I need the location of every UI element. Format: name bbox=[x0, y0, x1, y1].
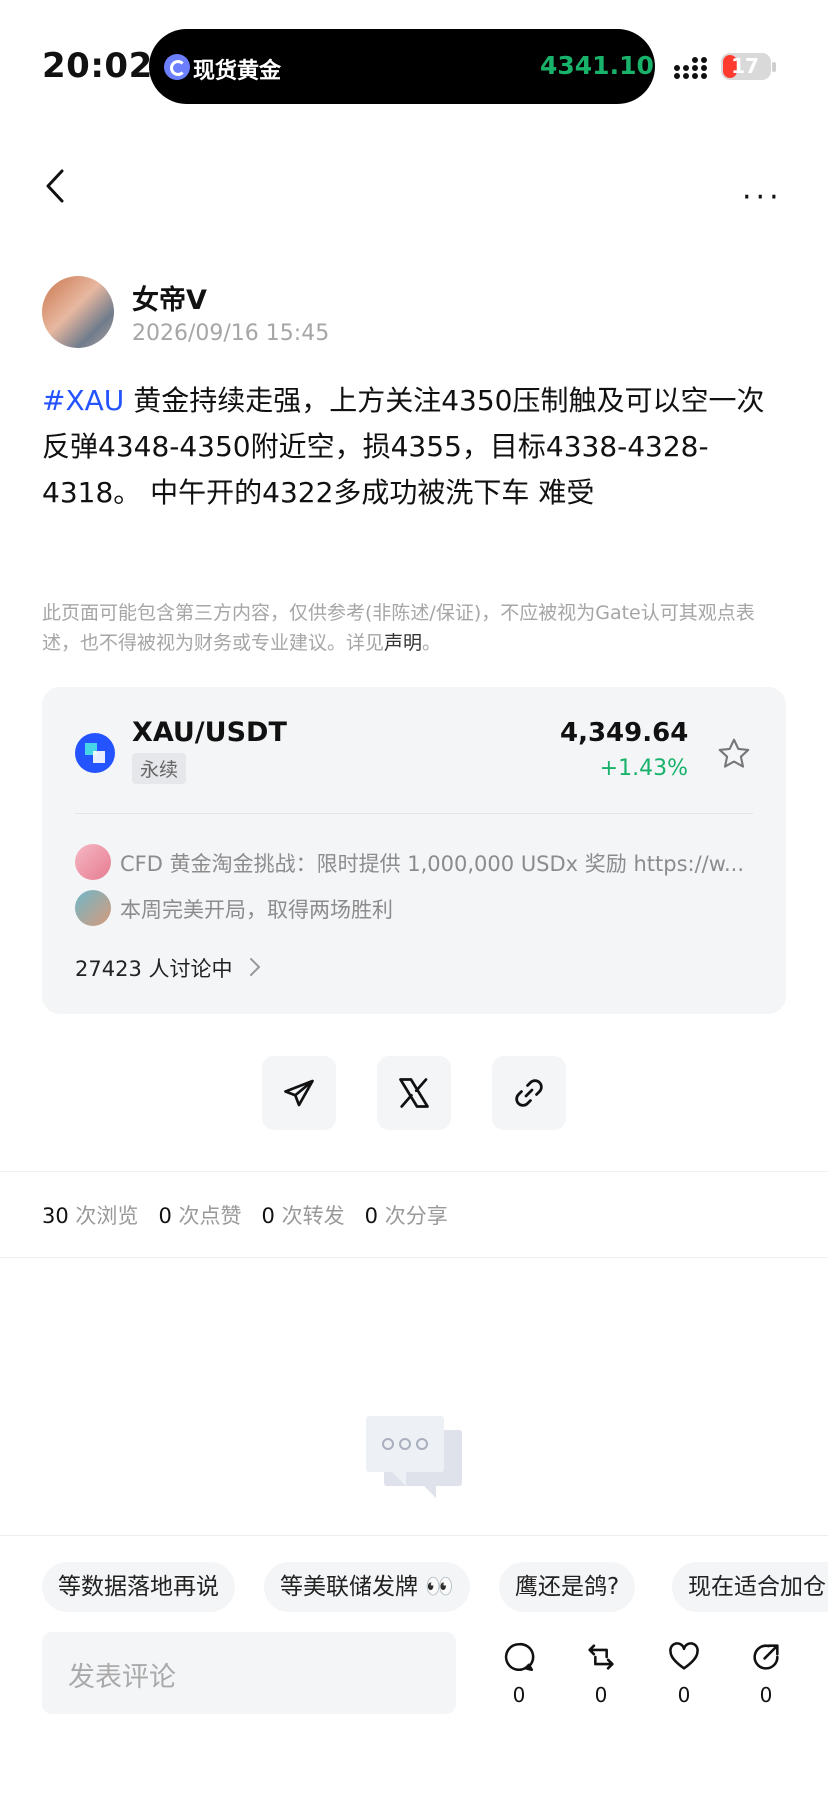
quick-reply-chip[interactable]: 现在适合加仓 bbox=[672, 1562, 828, 1612]
share-x-button[interactable] bbox=[377, 1056, 451, 1130]
share-count: 0 bbox=[759, 1683, 773, 1707]
comment-count: 0 bbox=[512, 1683, 526, 1707]
share-telegram-button[interactable] bbox=[262, 1056, 336, 1130]
island-price: 4341.10 bbox=[540, 51, 654, 80]
quick-reply-chip[interactable]: 等美联储发牌 👀 bbox=[264, 1562, 470, 1612]
gold-ticker-icon bbox=[164, 54, 190, 80]
views-count: 30 bbox=[42, 1204, 69, 1228]
post-stats: 30 次浏览 0 次点赞 0 次转发 0 次分享 bbox=[42, 1200, 448, 1230]
chevron-right-icon[interactable] bbox=[248, 956, 262, 978]
shares-count: 0 bbox=[364, 1204, 379, 1228]
repost-icon[interactable] bbox=[584, 1640, 618, 1674]
discussion-count[interactable]: 27423 人讨论中 bbox=[75, 953, 232, 983]
reposts-label: 次转发 bbox=[281, 1204, 345, 1228]
user-avatar bbox=[75, 844, 111, 880]
repost-count: 0 bbox=[594, 1683, 608, 1707]
post-content: #XAU 黄金持续走强，上方关注4350压制触及可以空一次反弹4348-4350… bbox=[42, 378, 788, 516]
like-icon[interactable] bbox=[667, 1640, 701, 1674]
disclaimer-end: 。 bbox=[422, 632, 442, 654]
card-post-1[interactable]: CFD 黄金淘金挑战：限时提供 1,000,000 USDx 奖励 https:… bbox=[120, 848, 750, 878]
likes-label: 次点赞 bbox=[178, 1204, 242, 1228]
island-label: 现货黄金 bbox=[193, 59, 282, 84]
link-icon bbox=[515, 1079, 543, 1107]
views-label: 次浏览 bbox=[75, 1204, 139, 1228]
quick-reply-chip[interactable]: 等数据落地再说 bbox=[42, 1562, 235, 1612]
like-count: 0 bbox=[677, 1683, 691, 1707]
likes-count: 0 bbox=[158, 1204, 172, 1228]
battery-icon: 17 bbox=[721, 53, 771, 80]
author-name[interactable]: 女帝V bbox=[132, 278, 207, 317]
comment-placeholder[interactable]: 发表评论 bbox=[68, 1655, 176, 1694]
telegram-icon bbox=[284, 1079, 314, 1107]
post-body: 黄金持续走强，上方关注4350压制触及可以空一次反弹4348-4350附近空，损… bbox=[42, 384, 765, 509]
comment-icon[interactable] bbox=[502, 1640, 536, 1674]
stats-divider-top bbox=[0, 1171, 828, 1172]
post-date: 2026/09/16 15:45 bbox=[132, 321, 330, 346]
shares-label: 次分享 bbox=[384, 1204, 448, 1228]
author-avatar[interactable] bbox=[42, 276, 114, 348]
disclaimer: 此页面可能包含第三方内容，仅供参考(非陈述/保证)，不应被视为Gate认可其观点… bbox=[42, 598, 788, 658]
stats-divider-bottom bbox=[0, 1257, 828, 1258]
contract-type-badge: 永续 bbox=[132, 753, 187, 784]
back-icon[interactable] bbox=[44, 168, 66, 204]
reposts-count: 0 bbox=[261, 1204, 275, 1228]
pair-change: +1.43% bbox=[599, 756, 688, 781]
pair-price: 4,349.64 bbox=[560, 718, 689, 748]
card-divider bbox=[75, 813, 753, 814]
bottom-divider bbox=[0, 1535, 828, 1536]
signal-icon bbox=[674, 57, 707, 79]
pair-name[interactable]: XAU/USDT bbox=[132, 717, 287, 748]
more-icon[interactable]: ··· bbox=[742, 180, 783, 215]
quick-reply-chip[interactable]: 鹰还是鸽? bbox=[499, 1562, 636, 1612]
battery-level: 17 bbox=[731, 54, 759, 78]
share-icon[interactable] bbox=[749, 1640, 783, 1674]
statement-link[interactable]: 声明 bbox=[384, 632, 422, 654]
coin-icon bbox=[75, 733, 115, 773]
empty-comments-illustration bbox=[366, 1416, 462, 1498]
card-post-2[interactable]: 本周完美开局，取得两场胜利 bbox=[120, 894, 393, 924]
star-icon[interactable] bbox=[716, 736, 752, 772]
status-time: 20:02 bbox=[42, 46, 153, 86]
x-icon bbox=[399, 1078, 429, 1108]
user-avatar bbox=[75, 890, 111, 926]
copy-link-button[interactable] bbox=[492, 1056, 566, 1130]
hashtag-link[interactable]: #XAU bbox=[42, 384, 124, 417]
